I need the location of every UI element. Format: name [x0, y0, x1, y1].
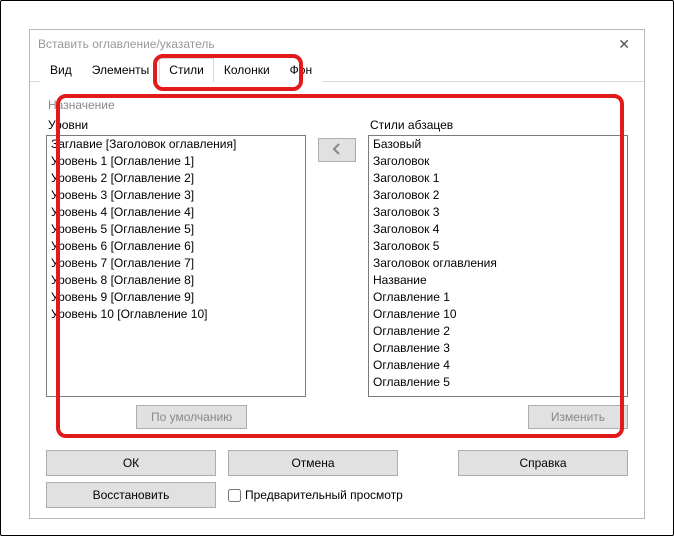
restore-button[interactable]: Восстановить — [46, 482, 216, 508]
tab-view[interactable]: Вид — [40, 58, 82, 82]
list-item[interactable]: Оглавление 2 — [369, 323, 627, 340]
preview-checkbox-input[interactable] — [228, 489, 241, 502]
list-item[interactable]: Заголовок 2 — [369, 187, 627, 204]
cancel-button[interactable]: Отмена — [228, 450, 398, 476]
list-item[interactable]: Заголовок 1 — [369, 170, 627, 187]
edit-button[interactable]: Изменить — [528, 405, 628, 429]
list-item[interactable]: Оглавление 1 — [369, 289, 627, 306]
dialog-window: Вставить оглавление/указатель ✕ Вид Элем… — [29, 29, 645, 519]
para-styles-header: Стили абзацев — [368, 118, 628, 135]
list-item[interactable]: Заголовок оглавления — [369, 255, 627, 272]
preview-checkbox[interactable]: Предварительный просмотр — [228, 488, 403, 502]
list-item[interactable]: Уровень 8 [Оглавление 8] — [47, 272, 305, 289]
content-area: Назначение Уровни Заглавие [Заголовок ог… — [30, 82, 644, 437]
section-assign-label: Назначение — [46, 94, 628, 114]
list-item[interactable]: Заголовок — [369, 153, 627, 170]
list-item[interactable]: Уровень 1 [Оглавление 1] — [47, 153, 305, 170]
list-item[interactable]: Название — [369, 272, 627, 289]
default-button[interactable]: По умолчанию — [136, 405, 247, 429]
list-item[interactable]: Уровень 10 [Оглавление 10] — [47, 306, 305, 323]
list-item[interactable]: Уровень 6 [Оглавление 6] — [47, 238, 305, 255]
tab-background[interactable]: Фон — [280, 58, 322, 82]
list-item[interactable]: Уровень 7 [Оглавление 7] — [47, 255, 305, 272]
assign-left-button[interactable] — [318, 138, 356, 162]
ok-button[interactable]: ОК — [46, 450, 216, 476]
tab-columns[interactable]: Колонки — [214, 58, 280, 82]
list-item[interactable]: Уровень 3 [Оглавление 3] — [47, 187, 305, 204]
titlebar: Вставить оглавление/указатель ✕ — [30, 30, 644, 58]
levels-header: Уровни — [46, 118, 306, 135]
para-styles-listbox[interactable]: БазовыйЗаголовокЗаголовок 1Заголовок 2За… — [368, 135, 628, 397]
list-item[interactable]: Уровень 4 [Оглавление 4] — [47, 204, 305, 221]
list-item[interactable]: Оглавление 4 — [369, 357, 627, 374]
help-button[interactable]: Справка — [458, 450, 628, 476]
dialog-title: Вставить оглавление/указатель — [38, 37, 612, 51]
preview-checkbox-label: Предварительный просмотр — [245, 488, 403, 502]
list-item[interactable]: Заголовок 4 — [369, 221, 627, 238]
list-item[interactable]: Оглавление 5 — [369, 374, 627, 391]
close-icon[interactable]: ✕ — [612, 36, 636, 53]
list-item[interactable]: Заглавие [Заголовок оглавления] — [47, 136, 305, 153]
list-item[interactable]: Уровень 9 [Оглавление 9] — [47, 289, 305, 306]
list-item[interactable]: Уровень 2 [Оглавление 2] — [47, 170, 305, 187]
list-item[interactable]: Оглавление 3 — [369, 340, 627, 357]
chevron-left-icon — [331, 143, 343, 158]
list-item[interactable]: Оглавление 10 — [369, 306, 627, 323]
levels-listbox[interactable]: Заглавие [Заголовок оглавления]Уровень 1… — [46, 135, 306, 397]
list-item[interactable]: Базовый — [369, 136, 627, 153]
tab-elements[interactable]: Элементы — [82, 58, 160, 82]
tab-styles[interactable]: Стили — [159, 58, 214, 82]
tab-strip: Вид Элементы Стили Колонки Фон — [30, 58, 644, 82]
list-item[interactable]: Заголовок 5 — [369, 238, 627, 255]
list-item[interactable]: Уровень 5 [Оглавление 5] — [47, 221, 305, 238]
list-item[interactable]: Заголовок 3 — [369, 204, 627, 221]
